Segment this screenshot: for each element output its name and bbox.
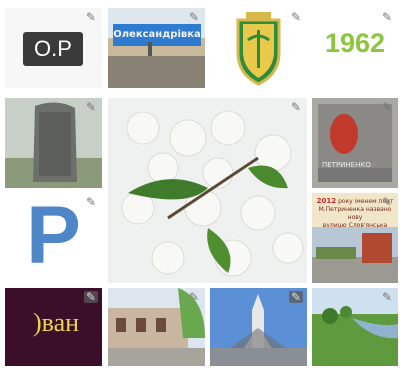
edit-icon[interactable]: ✎ [289,101,303,113]
op-logo-thumb[interactable]: O.P ✎ [5,8,102,88]
street-photo [312,227,398,283]
year-1962-thumb[interactable]: 1962 ✎ [312,8,398,88]
cherry-blossom-thumb[interactable]: ✎ [108,98,307,283]
edit-icon[interactable]: ✎ [84,291,98,303]
edit-icon[interactable]: ✎ [380,196,394,208]
edit-icon[interactable]: ✎ [187,291,201,303]
edit-icon[interactable]: ✎ [289,11,303,23]
edit-icon[interactable]: ✎ [289,291,303,303]
town-sign-text: Олександрівка [113,29,201,40]
edit-icon[interactable]: ✎ [380,291,394,303]
year-text: 1962 [324,28,386,58]
edit-icon[interactable]: ✎ [84,11,98,23]
letter-p-thumb[interactable]: P ✎ [5,193,102,283]
memorial-plaque-thumb[interactable]: ПЕТРИНЕНКО ✎ [312,98,398,188]
town-sign-thumb[interactable]: Олександрівка ✎ [108,8,205,88]
op-logo-text: O.P [34,36,72,61]
edit-icon[interactable]: ✎ [380,11,394,23]
street-sign-thumb[interactable]: 2012 року іменем поет М.Петриненка назва… [312,193,398,283]
edit-icon[interactable]: ✎ [84,101,98,113]
street-sign-year: 2012 [316,197,337,205]
ivan-text: )ван [33,308,80,337]
edit-icon[interactable]: ✎ [187,11,201,23]
street-sign-line2: М.Петриненка названо нову [318,206,392,221]
coat-of-arms-thumb[interactable]: ✎ [210,8,307,88]
memorial-stone-thumb[interactable]: ✎ [5,98,102,188]
school-building-thumb[interactable]: ✎ [108,288,205,366]
rocket-monument-thumb[interactable]: ✎ [210,288,307,366]
edit-icon[interactable]: ✎ [84,196,98,208]
river-landscape-thumb[interactable]: ✎ [312,288,398,366]
cherry-blossom-photo [108,98,307,283]
ivan-text-thumb[interactable]: )ван ✎ [5,288,102,366]
edit-icon[interactable]: ✎ [380,101,394,113]
plaque-text: ПЕТРИНЕНКО [322,161,371,169]
